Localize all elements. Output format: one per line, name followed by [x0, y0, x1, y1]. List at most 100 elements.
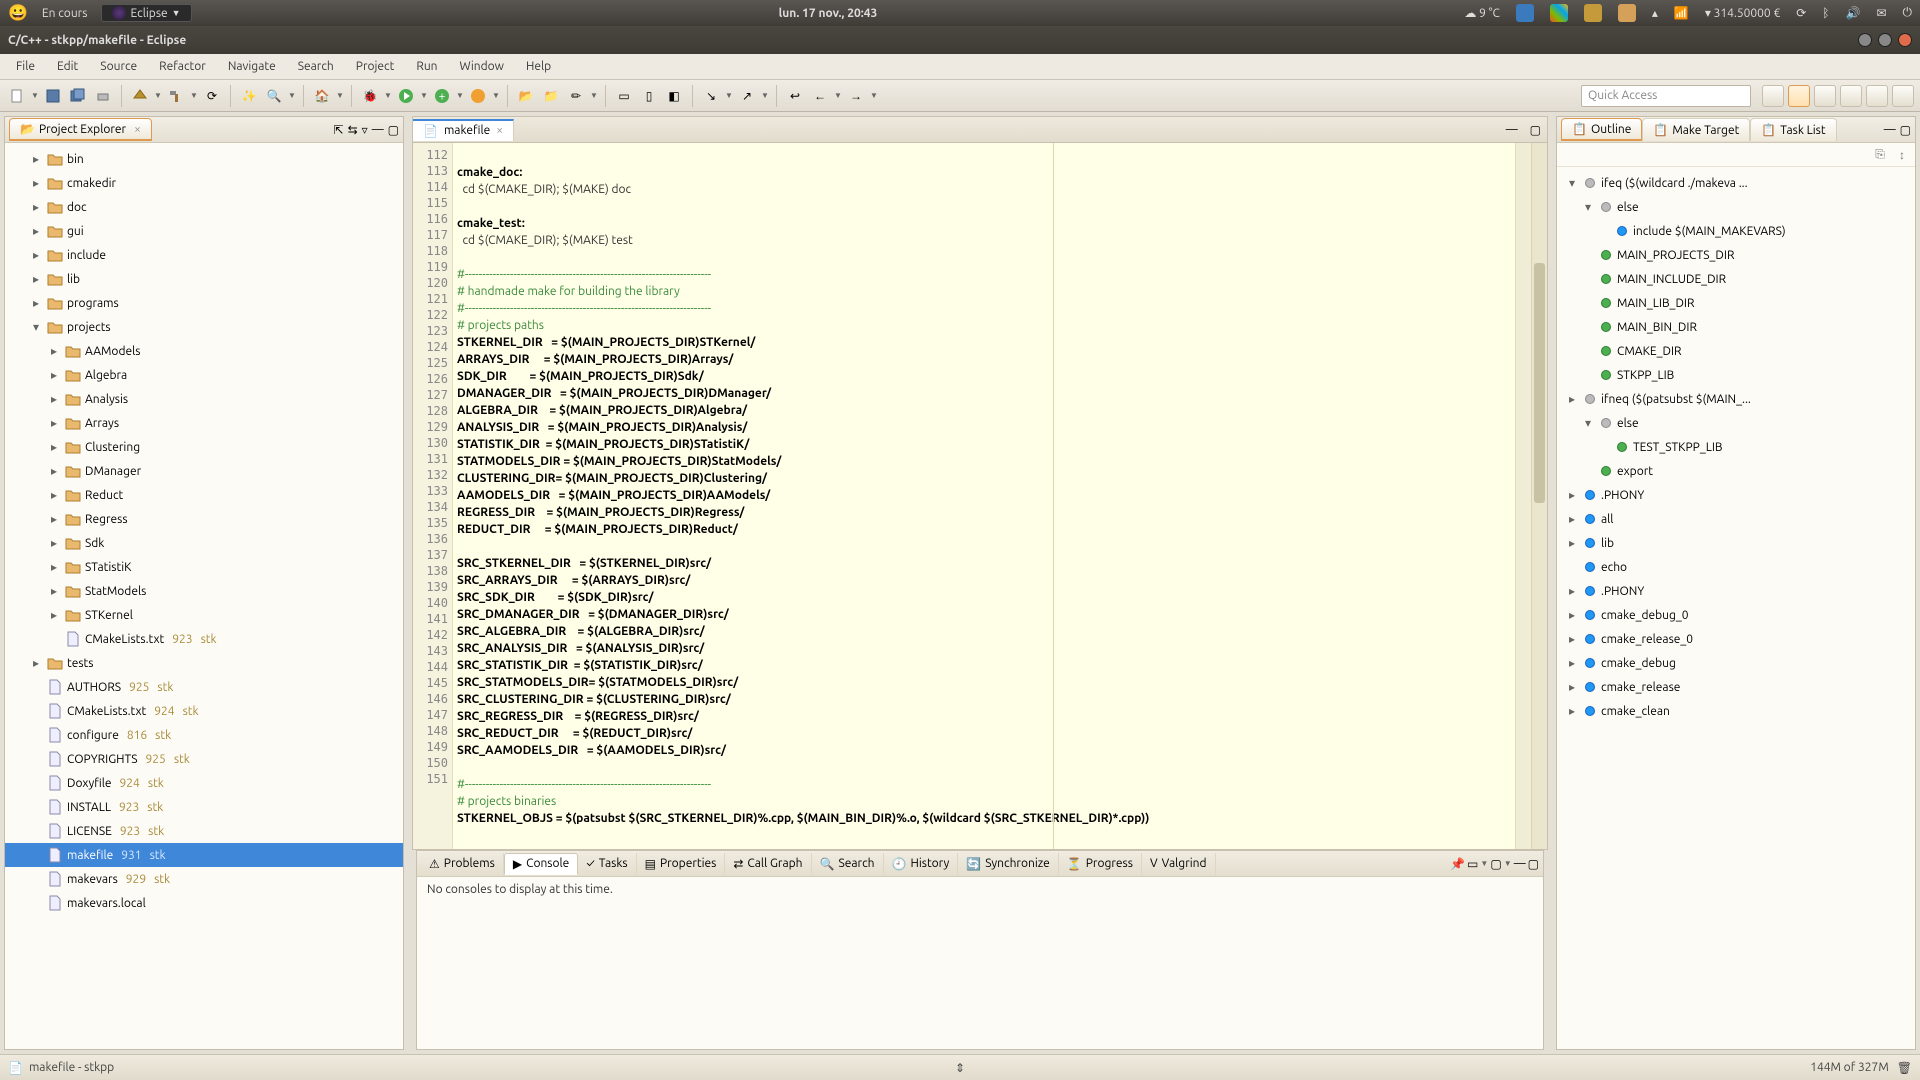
- outline-item[interactable]: ▾ifeq ($(wildcard ./makeva ...: [1561, 171, 1911, 195]
- tab-search[interactable]: 🔍Search: [812, 853, 884, 875]
- outline-item[interactable]: echo: [1561, 555, 1911, 579]
- expand-icon[interactable]: ▸: [1565, 704, 1579, 718]
- vertical-scrollbar[interactable]: [1531, 143, 1547, 849]
- outline-item[interactable]: ▸lib: [1561, 531, 1911, 555]
- clock[interactable]: lun. 17 nov., 20:43: [192, 7, 1465, 20]
- expand-icon[interactable]: ▸: [29, 176, 43, 190]
- mail-icon[interactable]: ✉: [1876, 6, 1886, 20]
- tab-progress[interactable]: ⏳Progress: [1059, 853, 1142, 875]
- tree-item[interactable]: makevars.local: [5, 891, 403, 915]
- tray-icon[interactable]: [1516, 4, 1534, 22]
- open-type-button[interactable]: 📂: [515, 85, 537, 107]
- run-button[interactable]: [395, 85, 417, 107]
- close-icon[interactable]: ×: [134, 123, 141, 136]
- tree-item[interactable]: CMakeLists.txt923stk: [5, 627, 403, 651]
- tree-item[interactable]: ▸tests: [5, 651, 403, 675]
- perspective-button[interactable]: [1814, 85, 1836, 107]
- perspective-button[interactable]: [1840, 85, 1862, 107]
- tree-item[interactable]: makefile931stk: [5, 843, 403, 867]
- overview-ruler[interactable]: [1515, 143, 1531, 849]
- tree-item[interactable]: ▸Clustering: [5, 435, 403, 459]
- build-button[interactable]: [129, 85, 151, 107]
- expand-icon[interactable]: ▸: [1565, 488, 1579, 502]
- next-ann-button[interactable]: ↘: [700, 85, 722, 107]
- expand-icon[interactable]: ▸: [29, 656, 43, 670]
- heap-status[interactable]: 144M of 327M: [1810, 1061, 1889, 1074]
- expand-icon[interactable]: ▸: [29, 200, 43, 214]
- tree-item[interactable]: configure816stk: [5, 723, 403, 747]
- outline-item[interactable]: MAIN_BIN_DIR: [1561, 315, 1911, 339]
- wand-button[interactable]: ✨: [238, 85, 260, 107]
- hammer-button[interactable]: [165, 85, 187, 107]
- tree-item[interactable]: ▸include: [5, 243, 403, 267]
- last-edit-button[interactable]: ↩: [784, 85, 806, 107]
- outline-item[interactable]: ▸cmake_clean: [1561, 699, 1911, 723]
- toggle-2-button[interactable]: ▯: [638, 85, 660, 107]
- expand-icon[interactable]: ▸: [47, 368, 61, 382]
- expand-icon[interactable]: ▸: [47, 608, 61, 622]
- pin-console-button[interactable]: 📌: [1450, 857, 1465, 871]
- tree-item[interactable]: ▸programs: [5, 291, 403, 315]
- home-button[interactable]: 🏠: [311, 85, 333, 107]
- maximize-view-button[interactable]: ▢: [1900, 123, 1911, 137]
- expand-icon[interactable]: ▸: [29, 272, 43, 286]
- tree-item[interactable]: AUTHORS925stk: [5, 675, 403, 699]
- outline-item[interactable]: ▸cmake_debug_0: [1561, 603, 1911, 627]
- expand-icon[interactable]: ▸: [47, 536, 61, 550]
- minimize-view-button[interactable]: —: [372, 123, 384, 136]
- menu-source[interactable]: Source: [90, 57, 147, 76]
- expand-icon[interactable]: ▸: [1565, 392, 1579, 406]
- refresh-button[interactable]: ⟳: [201, 85, 223, 107]
- perspective-cpp-button[interactable]: [1788, 85, 1810, 107]
- tree-item[interactable]: ▸lib: [5, 267, 403, 291]
- editor-tab-makefile[interactable]: 📄 makefile ×: [413, 119, 514, 141]
- project-tree[interactable]: ▸bin▸cmakedir▸doc▸gui▸include▸lib▸progra…: [5, 143, 403, 1049]
- menu-project[interactable]: Project: [346, 57, 405, 76]
- tree-item[interactable]: LICENSE923stk: [5, 819, 403, 843]
- outline-item[interactable]: MAIN_PROJECTS_DIR: [1561, 243, 1911, 267]
- outline-tree[interactable]: ▾ifeq ($(wildcard ./makeva ... ▾else inclu…: [1557, 167, 1915, 1049]
- tray-caret-icon[interactable]: ▴: [1652, 6, 1658, 20]
- prev-ann-button[interactable]: ↗: [736, 85, 758, 107]
- tree-item[interactable]: ▾projects: [5, 315, 403, 339]
- menu-navigate[interactable]: Navigate: [218, 57, 286, 76]
- maximize-editor-button[interactable]: ▢: [1524, 123, 1547, 137]
- save-all-button[interactable]: [67, 85, 89, 107]
- search-button[interactable]: 🔍: [263, 85, 285, 107]
- expand-icon[interactable]: ▸: [29, 224, 43, 238]
- open-task-button[interactable]: 📁: [540, 85, 562, 107]
- maximize-panel-button[interactable]: ▢: [1528, 857, 1539, 871]
- quick-access-input[interactable]: Quick Access: [1581, 85, 1751, 107]
- expand-icon[interactable]: ▸: [1565, 584, 1579, 598]
- tree-item[interactable]: ▸bin: [5, 147, 403, 171]
- outline-item[interactable]: ▸.PHONY: [1561, 579, 1911, 603]
- expand-icon[interactable]: ▸: [47, 560, 61, 574]
- minimize-button[interactable]: [1858, 33, 1872, 47]
- weather-indicator[interactable]: ☁ 9 °C: [1464, 6, 1500, 20]
- close-button[interactable]: [1898, 33, 1912, 47]
- outline-item[interactable]: ▸ifneq ($(patsubst $(MAIN_...: [1561, 387, 1911, 411]
- outline-item[interactable]: include $(MAIN_MAKEVARS): [1561, 219, 1911, 243]
- bluetooth-icon[interactable]: ᛒ: [1822, 7, 1829, 20]
- tab-history[interactable]: 🕘History: [884, 853, 959, 875]
- menu-help[interactable]: Help: [516, 57, 561, 76]
- tree-item[interactable]: ▸Algebra: [5, 363, 403, 387]
- expand-icon[interactable]: ▸: [1565, 608, 1579, 622]
- perspective-button[interactable]: [1866, 85, 1888, 107]
- outline-item[interactable]: CMAKE_DIR: [1561, 339, 1911, 363]
- expand-icon[interactable]: ▸: [1565, 536, 1579, 550]
- outline-item[interactable]: ▾else: [1561, 411, 1911, 435]
- collapse-all-button[interactable]: ⇱: [334, 123, 344, 137]
- tab-console[interactable]: ▶Console: [504, 853, 578, 875]
- toggle-3-button[interactable]: ◧: [663, 85, 685, 107]
- minimize-panel-button[interactable]: —: [1514, 857, 1526, 870]
- print-button[interactable]: [92, 85, 114, 107]
- resize-handle-icon[interactable]: ⇕: [955, 1061, 965, 1075]
- window-titlebar[interactable]: C/C++ - stkpp/makefile - Eclipse: [0, 26, 1920, 54]
- tree-item[interactable]: ▸Analysis: [5, 387, 403, 411]
- perspective-button[interactable]: [1892, 85, 1914, 107]
- expand-icon[interactable]: ▸: [29, 152, 43, 166]
- smiley-icon[interactable]: 😀: [8, 5, 28, 21]
- outline-item[interactable]: ▸cmake_debug: [1561, 651, 1911, 675]
- expand-icon[interactable]: ▾: [1581, 200, 1595, 214]
